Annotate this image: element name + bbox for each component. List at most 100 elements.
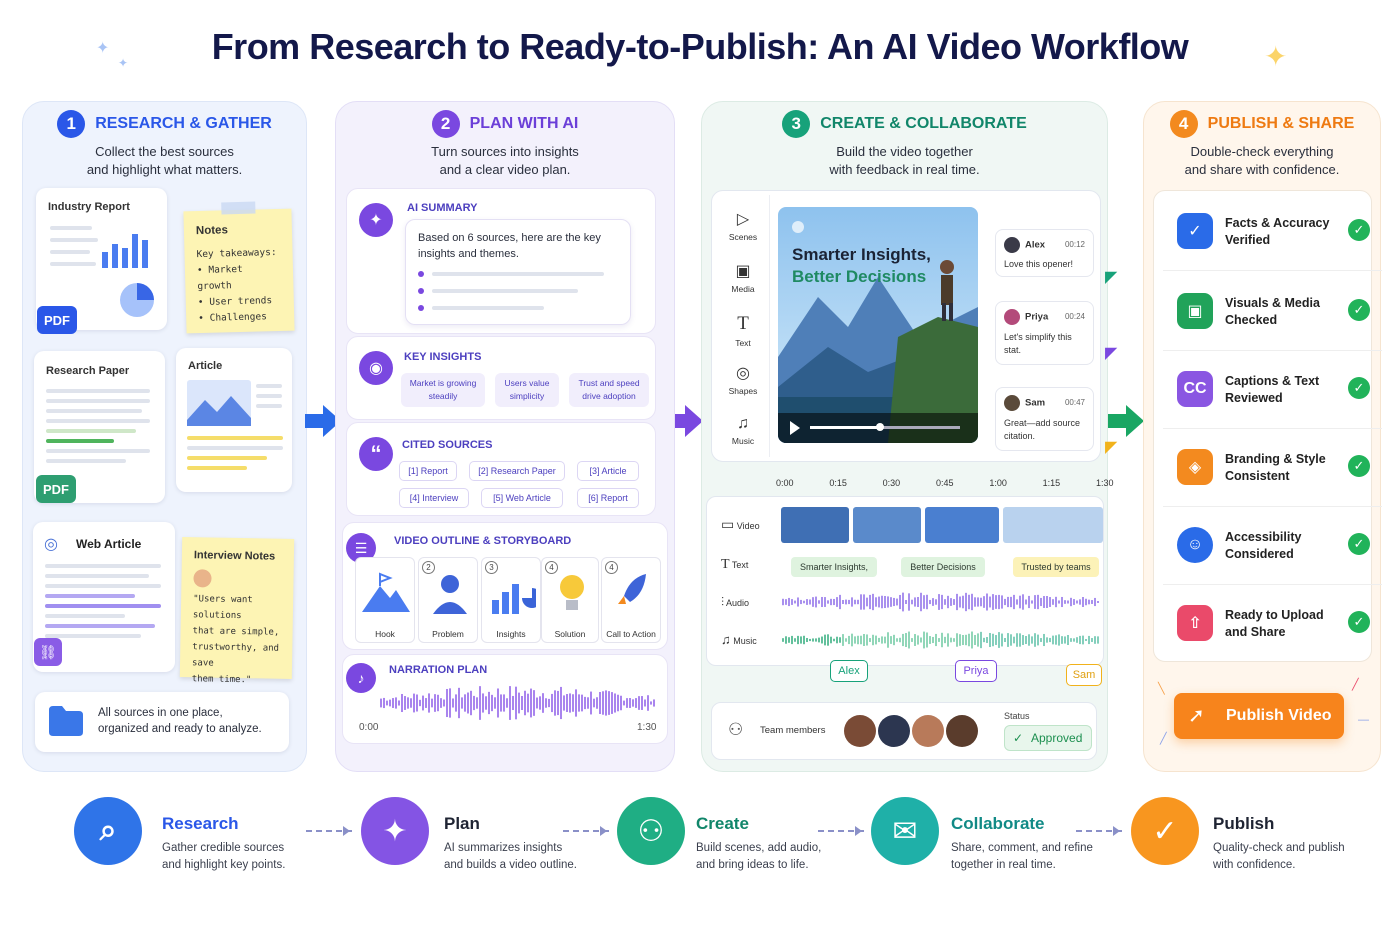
storyboard-frame[interactable]: 4 Solution [541, 557, 599, 643]
insight-chip[interactable]: Market is growing steadily [401, 373, 485, 407]
avatar [1004, 395, 1020, 411]
source-chip[interactable]: [4] Interview [399, 488, 469, 508]
dashed-arrow [818, 826, 864, 836]
storyboard-frame[interactable]: 3 Insights [481, 557, 541, 643]
panel-subtitle: Double-check everything and share with c… [1184, 144, 1340, 177]
summary-text: Based on 6 sources, here are the key ins… [418, 232, 601, 260]
image-icon: ▣ [1177, 293, 1213, 329]
avatar[interactable] [912, 715, 944, 747]
text-clip[interactable]: Better Decisions [901, 557, 985, 577]
industry-report-card[interactable]: Industry Report PDF [36, 188, 167, 334]
text-clip[interactable]: Smarter Insights, [791, 557, 877, 577]
checklist-item[interactable]: ☺ Accessibility Considered ✓ [1163, 505, 1382, 585]
music-tool[interactable]: ♫ Music [716, 415, 770, 446]
video-clip[interactable] [925, 507, 999, 543]
sparkle-icon: ✦ [118, 56, 129, 70]
plan-panel: 2 PLAN WITH AI Turn sources into insight… [335, 101, 675, 772]
checklist-item[interactable]: CC Captions & Text Reviewed ✓ [1163, 349, 1382, 429]
video-preview[interactable]: Smarter Insights, Better Decisions [778, 207, 978, 443]
section-title: NARRATION PLAN [389, 664, 488, 676]
insight-chip[interactable]: Users value simplicity [495, 373, 559, 407]
sources-summary-text: All sources in one place, organized and … [98, 707, 262, 735]
storyboard-frame[interactable]: 4 Call to Action [601, 557, 661, 643]
comment-card[interactable]: Sam 00:47 Great—add source citation. [995, 387, 1094, 451]
music-waveform[interactable] [781, 627, 1101, 653]
sparkle-icon: ╱ [1352, 679, 1359, 691]
timeline-tick: 1:15 [1042, 478, 1061, 488]
video-outline-section: ☰ VIDEO OUTLINE & STORYBOARD Hook 2 Prob… [342, 522, 668, 650]
dashed-arrow [306, 826, 352, 836]
section-title: VIDEO OUTLINE & STORYBOARD [394, 535, 572, 547]
audio-waveform[interactable] [781, 589, 1101, 615]
step-title: Plan [444, 814, 480, 833]
insight-chip[interactable]: Trust and speed drive adoption [569, 373, 649, 407]
panel-title: PLAN WITH AI [469, 115, 579, 132]
rocket-icon: ➚ [1188, 705, 1205, 727]
step-number: 3 [782, 110, 811, 138]
research-paper-card[interactable]: Research Paper PDF [34, 351, 165, 503]
source-chip[interactable]: [3] Article [577, 461, 639, 481]
panel-heading: 4 PUBLISH & SHARE [1144, 110, 1380, 138]
checklist-item[interactable]: ▣ Visuals & Media Checked ✓ [1163, 271, 1382, 351]
sparkle-icon: ╱ [1160, 733, 1167, 745]
sources-summary: All sources in one place, organized and … [35, 692, 289, 752]
publish-panel: 4 PUBLISH & SHARE Double-check everythin… [1143, 101, 1382, 772]
section-title: KEY INSIGHTS [404, 351, 482, 363]
storyboard-label: Problem [432, 629, 464, 639]
video-clip[interactable] [853, 507, 921, 543]
avatar[interactable] [844, 715, 876, 747]
video-clip[interactable] [781, 507, 849, 543]
narration-plan-section: ♪ NARRATION PLAN 0:00 1:30 [342, 654, 668, 744]
avatar[interactable] [878, 715, 910, 747]
web-article-card[interactable]: ◎ Web Article ⛓ [33, 522, 175, 672]
lightbulb-icon [560, 575, 584, 610]
checklist-item[interactable]: ✓ Facts & Accuracy Verified ✓ [1163, 191, 1382, 271]
text-tool[interactable]: T Text [716, 313, 770, 348]
shapes-tool[interactable]: ◎ Shapes [716, 363, 770, 396]
team-bar: ⚇ Team members Status ✓ Approved [711, 702, 1097, 760]
section-title: AI SUMMARY [407, 202, 478, 214]
audio-icon: ⫶ [721, 595, 725, 609]
dashed-arrow [563, 826, 609, 836]
source-chip[interactable]: [1] Report [399, 461, 457, 481]
source-chip[interactable]: [2] Research Paper [469, 461, 565, 481]
step-number: 2 [431, 110, 460, 138]
track-label: ▭ Video [721, 516, 760, 532]
avatar[interactable] [946, 715, 978, 747]
track-label: ♫ Music [721, 632, 757, 647]
check-icon: ✓ [1348, 219, 1370, 241]
article-card[interactable]: Article [176, 348, 292, 492]
music-icon: ♫ [721, 632, 731, 647]
source-chip[interactable]: [5] Web Article [481, 488, 563, 508]
storyboard-frame[interactable]: 2 Problem [418, 557, 478, 643]
comment-card[interactable]: Alex 00:12 Love this opener! [995, 229, 1094, 277]
cursor-label: Alex [830, 660, 868, 682]
step-description: Share, comment, and refine together in r… [951, 842, 1093, 871]
team-icon: ⚇ [728, 720, 744, 739]
people-icon: ⚇ [617, 797, 685, 865]
text-clip[interactable]: Trusted by teams [1013, 557, 1099, 577]
tag-icon: ◈ [1177, 449, 1213, 485]
check-icon: ✓ [1348, 611, 1370, 633]
source-chip[interactable]: [6] Report [577, 488, 639, 508]
storyboard-label: Hook [375, 629, 395, 639]
timeline-tick: 0:15 [829, 478, 847, 488]
media-tool[interactable]: ▣ Media [716, 261, 770, 294]
publish-video-button[interactable]: ➚ Publish Video [1174, 693, 1344, 739]
storyboard-frame[interactable]: Hook [355, 557, 415, 643]
video-clip[interactable] [1003, 507, 1103, 543]
comment-card[interactable]: Priya 00:24 Let's simplify this stat. [995, 301, 1094, 365]
storyboard-label: Call to Action [606, 629, 656, 639]
check-icon: ✓ [1348, 455, 1370, 477]
rocket-icon [618, 574, 646, 604]
avatar [1004, 237, 1020, 253]
arrow-right-icon [1108, 405, 1144, 437]
step-title: Publish [1213, 814, 1275, 833]
checklist-item[interactable]: ⇧ Ready to Upload and Share ✓ [1163, 583, 1382, 663]
panel-heading: 1 RESEARCH & GATHER [23, 110, 306, 138]
checklist-item[interactable]: ◈ Branding & Style Consistent ✓ [1163, 427, 1382, 507]
sparkle-icon: ✦ [359, 203, 393, 237]
lightbulb-icon: ◉ [359, 351, 393, 385]
scenes-tool[interactable]: ▷ Scenes [716, 209, 770, 242]
step-description: Gather credible sources and highlight ke… [162, 842, 286, 871]
